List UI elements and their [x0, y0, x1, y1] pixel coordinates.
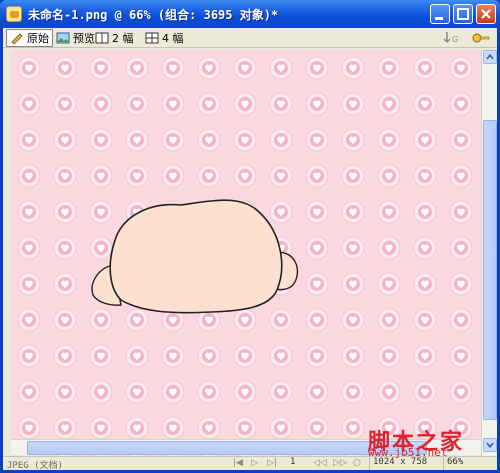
pencil-icon [11, 33, 23, 44]
document-format: JPEG (文档) [7, 461, 63, 471]
minimize-icon [435, 17, 443, 20]
frame-number: 1 [290, 457, 296, 467]
export-icon[interactable]: G [443, 30, 463, 46]
tab-two-up[interactable]: 2 幅 [92, 29, 137, 47]
close-button[interactable] [476, 4, 496, 24]
maximize-button[interactable] [453, 4, 473, 24]
horizontal-scroll-thumb[interactable] [27, 441, 427, 455]
document-area: 原始 预览 2 幅 4 幅 G JPEG (文档) |◀ ▷ ▷| 1 ◁◁ ▷… [3, 28, 497, 471]
last-frame-icon[interactable]: ▷| [267, 458, 277, 468]
app-window: 未命名-1.png @ 66% (组合: 3695 对象)* 原始 预览 2 幅 [0, 0, 500, 473]
image-canvas[interactable] [11, 50, 481, 456]
tab-four-up-label: 4 幅 [162, 32, 184, 45]
view-toolbar: 原始 预览 2 幅 4 幅 G [3, 28, 497, 48]
chevron-down-icon [486, 442, 494, 449]
close-icon [481, 9, 491, 19]
scroll-up-button[interactable] [483, 50, 497, 64]
loop-icon[interactable]: ○ [353, 458, 361, 468]
two-pane-icon [95, 32, 109, 44]
window-title: 未命名-1.png @ 66% (组合: 3695 对象)* [28, 8, 279, 22]
site-watermark-url: www.jb51.net [368, 446, 448, 459]
document-icon [6, 6, 22, 22]
next-frame-icon[interactable]: ▷▷ [333, 458, 347, 468]
title-bar[interactable]: 未命名-1.png @ 66% (组合: 3695 对象)* [0, 0, 500, 28]
heart-pattern-background [11, 50, 481, 456]
prev-frame-icon[interactable]: ◁◁ [313, 458, 327, 468]
vertical-scroll-thumb[interactable] [483, 120, 497, 420]
tab-original[interactable]: 原始 [6, 29, 53, 47]
minimize-button[interactable] [430, 4, 450, 24]
image-preview-icon [56, 32, 70, 44]
tab-two-up-label: 2 幅 [112, 32, 134, 45]
first-frame-icon[interactable]: |◀ [233, 458, 243, 468]
four-pane-icon [145, 32, 159, 44]
scroll-down-button[interactable] [483, 438, 497, 452]
tab-original-label: 原始 [27, 32, 49, 45]
chevron-up-icon [486, 53, 494, 60]
vertical-scrollbar[interactable] [481, 50, 497, 456]
maximize-icon [457, 8, 469, 20]
play-icon[interactable]: ▷ [251, 458, 258, 468]
tab-four-up[interactable]: 4 幅 [142, 29, 187, 47]
svg-text:G: G [452, 35, 458, 44]
key-icon[interactable] [471, 30, 491, 46]
